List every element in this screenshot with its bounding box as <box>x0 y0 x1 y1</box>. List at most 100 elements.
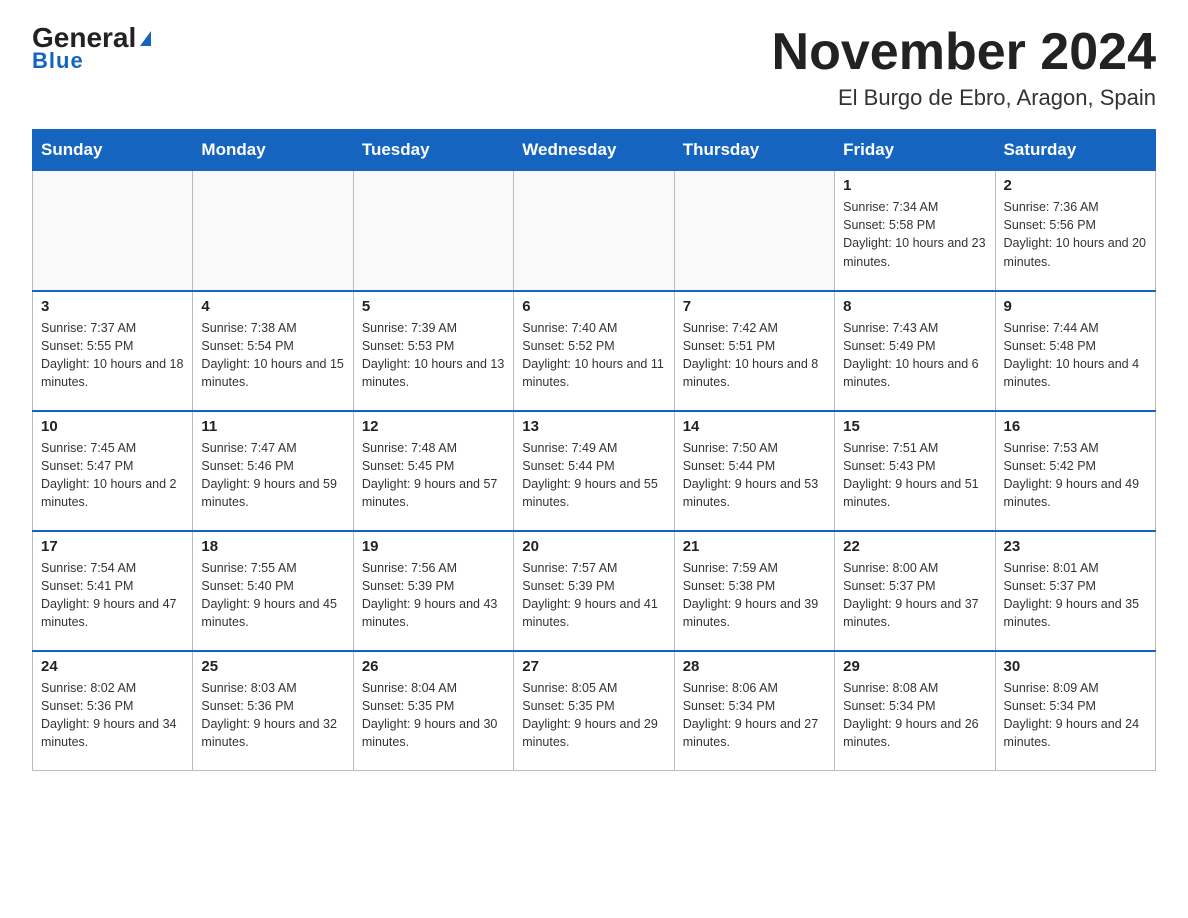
calendar-cell: 18 Sunrise: 7:55 AM Sunset: 5:40 PM Dayli… <box>193 531 353 651</box>
weekday-header-friday: Friday <box>835 130 995 171</box>
calendar-cell: 28Sunrise: 8:06 AM Sunset: 5:34 PM Dayli… <box>674 651 834 771</box>
day-info: Sunrise: 7:59 AM Sunset: 5:38 PM Dayligh… <box>683 559 826 632</box>
calendar-cell: 3 Sunrise: 7:37 AM Sunset: 5:55 PM Daylig… <box>33 291 193 411</box>
day-info: Sunrise: 7:40 AM Sunset: 5:52 PM Dayligh… <box>522 319 665 392</box>
weekday-header-tuesday: Tuesday <box>353 130 513 171</box>
calendar-cell: 9 Sunrise: 7:44 AM Sunset: 5:48 PM Daylig… <box>995 291 1155 411</box>
day-number: 27 <box>522 658 665 675</box>
day-info: Sunrise: 7:53 AM Sunset: 5:42 PM Dayligh… <box>1004 439 1147 512</box>
calendar-cell: 23 Sunrise: 8:01 AM Sunset: 5:37 PM Dayli… <box>995 531 1155 651</box>
day-number: 7 <box>683 298 826 315</box>
day-number: 2 <box>1004 177 1147 194</box>
weekday-header-saturday: Saturday <box>995 130 1155 171</box>
day-info: Sunrise: 7:50 AM Sunset: 5:44 PM Dayligh… <box>683 439 826 512</box>
calendar-cell <box>193 171 353 291</box>
calendar-cell: 5 Sunrise: 7:39 AM Sunset: 5:53 PM Daylig… <box>353 291 513 411</box>
day-number: 9 <box>1004 298 1147 315</box>
calendar-cell: 25 Sunrise: 8:03 AM Sunset: 5:36 PM Dayli… <box>193 651 353 771</box>
day-info: Sunrise: 8:01 AM Sunset: 5:37 PM Dayligh… <box>1004 559 1147 632</box>
calendar-cell: 29 Sunrise: 8:08 AM Sunset: 5:34 PM Dayli… <box>835 651 995 771</box>
day-number: 25 <box>201 658 344 675</box>
calendar-cell: 11Sunrise: 7:47 AM Sunset: 5:46 PM Dayli… <box>193 411 353 531</box>
day-number: 19 <box>362 538 505 555</box>
day-number: 23 <box>1004 538 1147 555</box>
day-info: Sunrise: 8:03 AM Sunset: 5:36 PM Dayligh… <box>201 679 344 752</box>
day-info: Sunrise: 8:05 AM Sunset: 5:35 PM Dayligh… <box>522 679 665 752</box>
day-info: Sunrise: 7:42 AM Sunset: 5:51 PM Dayligh… <box>683 319 826 392</box>
calendar-week-row: 17 Sunrise: 7:54 AM Sunset: 5:41 PM Dayli… <box>33 531 1156 651</box>
calendar-cell <box>674 171 834 291</box>
day-info: Sunrise: 7:44 AM Sunset: 5:48 PM Dayligh… <box>1004 319 1147 392</box>
day-number: 15 <box>843 418 986 435</box>
calendar-cell: 7 Sunrise: 7:42 AM Sunset: 5:51 PM Daylig… <box>674 291 834 411</box>
calendar-week-row: 10 Sunrise: 7:45 AM Sunset: 5:47 PM Dayli… <box>33 411 1156 531</box>
title-area: November 2024 El Burgo de Ebro, Aragon, … <box>772 24 1156 111</box>
calendar-cell: 8 Sunrise: 7:43 AM Sunset: 5:49 PM Daylig… <box>835 291 995 411</box>
calendar-cell: 13 Sunrise: 7:49 AM Sunset: 5:44 PM Dayli… <box>514 411 674 531</box>
calendar-cell: 20Sunrise: 7:57 AM Sunset: 5:39 PM Dayli… <box>514 531 674 651</box>
calendar-cell: 14 Sunrise: 7:50 AM Sunset: 5:44 PM Dayli… <box>674 411 834 531</box>
day-number: 6 <box>522 298 665 315</box>
calendar-cell: 17 Sunrise: 7:54 AM Sunset: 5:41 PM Dayli… <box>33 531 193 651</box>
day-info: Sunrise: 7:34 AM Sunset: 5:58 PM Dayligh… <box>843 198 986 271</box>
calendar-cell: 2Sunrise: 7:36 AM Sunset: 5:56 PM Daylig… <box>995 171 1155 291</box>
calendar-cell <box>514 171 674 291</box>
weekday-header-wednesday: Wednesday <box>514 130 674 171</box>
day-info: Sunrise: 7:45 AM Sunset: 5:47 PM Dayligh… <box>41 439 184 512</box>
day-number: 29 <box>843 658 986 675</box>
day-info: Sunrise: 7:57 AM Sunset: 5:39 PM Dayligh… <box>522 559 665 632</box>
day-info: Sunrise: 7:37 AM Sunset: 5:55 PM Dayligh… <box>41 319 184 392</box>
day-info: Sunrise: 7:56 AM Sunset: 5:39 PM Dayligh… <box>362 559 505 632</box>
calendar-cell: 24Sunrise: 8:02 AM Sunset: 5:36 PM Dayli… <box>33 651 193 771</box>
calendar-cell: 30Sunrise: 8:09 AM Sunset: 5:34 PM Dayli… <box>995 651 1155 771</box>
calendar-cell: 1 Sunrise: 7:34 AM Sunset: 5:58 PM Daylig… <box>835 171 995 291</box>
day-info: Sunrise: 7:49 AM Sunset: 5:44 PM Dayligh… <box>522 439 665 512</box>
calendar-header-row: SundayMondayTuesdayWednesdayThursdayFrid… <box>33 130 1156 171</box>
day-info: Sunrise: 8:04 AM Sunset: 5:35 PM Dayligh… <box>362 679 505 752</box>
calendar-cell: 10 Sunrise: 7:45 AM Sunset: 5:47 PM Dayli… <box>33 411 193 531</box>
calendar-cell: 16Sunrise: 7:53 AM Sunset: 5:42 PM Dayli… <box>995 411 1155 531</box>
calendar-week-row: 1 Sunrise: 7:34 AM Sunset: 5:58 PM Daylig… <box>33 171 1156 291</box>
day-number: 11 <box>201 418 344 435</box>
day-number: 28 <box>683 658 826 675</box>
day-number: 1 <box>843 177 986 194</box>
day-number: 10 <box>41 418 184 435</box>
weekday-header-thursday: Thursday <box>674 130 834 171</box>
day-info: Sunrise: 7:55 AM Sunset: 5:40 PM Dayligh… <box>201 559 344 632</box>
day-number: 12 <box>362 418 505 435</box>
day-number: 22 <box>843 538 986 555</box>
calendar-cell: 22Sunrise: 8:00 AM Sunset: 5:37 PM Dayli… <box>835 531 995 651</box>
calendar-cell <box>33 171 193 291</box>
calendar-cell: 4Sunrise: 7:38 AM Sunset: 5:54 PM Daylig… <box>193 291 353 411</box>
day-number: 17 <box>41 538 184 555</box>
day-number: 21 <box>683 538 826 555</box>
calendar-cell: 21 Sunrise: 7:59 AM Sunset: 5:38 PM Dayli… <box>674 531 834 651</box>
day-number: 3 <box>41 298 184 315</box>
day-number: 14 <box>683 418 826 435</box>
calendar-cell: 19 Sunrise: 7:56 AM Sunset: 5:39 PM Dayli… <box>353 531 513 651</box>
calendar-cell: 6 Sunrise: 7:40 AM Sunset: 5:52 PM Daylig… <box>514 291 674 411</box>
day-info: Sunrise: 8:09 AM Sunset: 5:34 PM Dayligh… <box>1004 679 1147 752</box>
day-info: Sunrise: 8:08 AM Sunset: 5:34 PM Dayligh… <box>843 679 986 752</box>
day-number: 5 <box>362 298 505 315</box>
day-number: 18 <box>201 538 344 555</box>
day-info: Sunrise: 7:51 AM Sunset: 5:43 PM Dayligh… <box>843 439 986 512</box>
calendar-cell: 15 Sunrise: 7:51 AM Sunset: 5:43 PM Dayli… <box>835 411 995 531</box>
calendar-table: SundayMondayTuesdayWednesdayThursdayFrid… <box>32 129 1156 771</box>
page-title: November 2024 <box>772 24 1156 81</box>
day-number: 13 <box>522 418 665 435</box>
day-number: 4 <box>201 298 344 315</box>
header: General Blue November 2024 El Burgo de E… <box>32 24 1156 111</box>
day-number: 8 <box>843 298 986 315</box>
calendar-week-row: 3 Sunrise: 7:37 AM Sunset: 5:55 PM Daylig… <box>33 291 1156 411</box>
calendar-cell: 12 Sunrise: 7:48 AM Sunset: 5:45 PM Dayli… <box>353 411 513 531</box>
logo: General Blue <box>32 24 151 74</box>
calendar-week-row: 24Sunrise: 8:02 AM Sunset: 5:36 PM Dayli… <box>33 651 1156 771</box>
day-info: Sunrise: 7:43 AM Sunset: 5:49 PM Dayligh… <box>843 319 986 392</box>
day-info: Sunrise: 7:54 AM Sunset: 5:41 PM Dayligh… <box>41 559 184 632</box>
day-info: Sunrise: 7:48 AM Sunset: 5:45 PM Dayligh… <box>362 439 505 512</box>
calendar-cell: 26Sunrise: 8:04 AM Sunset: 5:35 PM Dayli… <box>353 651 513 771</box>
logo-triangle-icon <box>140 31 151 46</box>
day-number: 24 <box>41 658 184 675</box>
day-info: Sunrise: 7:39 AM Sunset: 5:53 PM Dayligh… <box>362 319 505 392</box>
